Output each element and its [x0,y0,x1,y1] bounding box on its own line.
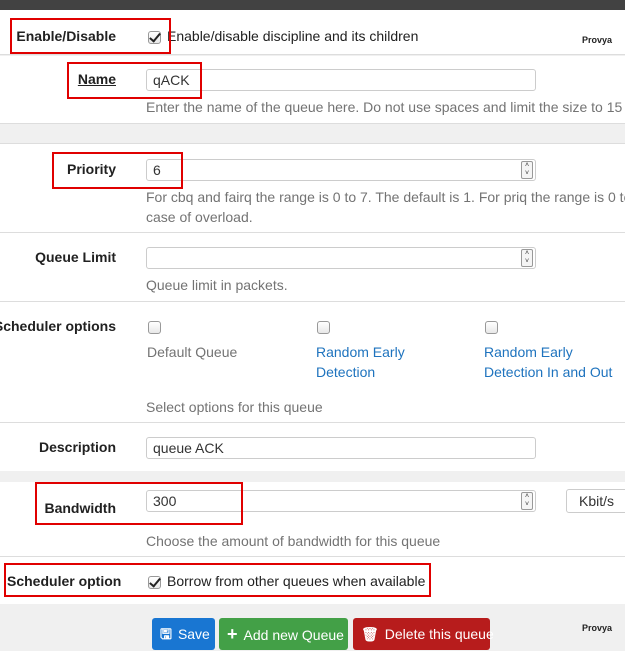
red-checkbox[interactable] [317,321,330,334]
plus-icon: + [227,624,238,644]
scheduler-options-label: Scheduler options [0,318,116,334]
priority-input[interactable]: 6 ˄ ˅ [146,159,536,181]
description-row: Description queue ACK [0,423,625,471]
name-input[interactable]: qACK [146,69,536,91]
rio-label-line2[interactable]: Detection In and Out [484,362,612,382]
scheduler-options-help: Select options for this queue [146,399,323,415]
queue-limit-help: Queue limit in packets. [146,277,288,293]
borrow-text: Borrow from other queues when available [167,573,426,589]
priority-row: Priority 6 ˄ ˅ For cbq and fairq the rang… [0,143,625,233]
delete-queue-label: Delete this queue [384,626,494,642]
enable-label: Enable/Disable [16,28,116,44]
add-queue-label: Add new Queue [243,627,344,643]
save-label: Save [177,626,210,642]
red-label-line1[interactable]: Random Early [316,342,405,362]
priority-value: 6 [153,162,161,178]
watermark-logo-bottom: Provya [582,623,613,633]
trash-icon: 🗑 [361,626,379,642]
red-label-line2[interactable]: Detection [316,362,375,382]
name-help: Enter the name of the queue here. Do not… [146,99,625,115]
name-label: Name [77,71,116,87]
delete-queue-button[interactable]: 🗑 Delete this queue [353,618,494,650]
default-queue-checkbox[interactable] [148,321,161,334]
scheduler-options-row: Scheduler options Default Queue Random E… [0,302,625,423]
queue-limit-row: Queue Limit ˄ ˅ Queue limit in packets. [0,233,625,302]
enable-row: Enable/Disable Enable/disable discipline… [0,10,625,55]
top-bar [0,0,625,10]
description-label: Description [38,439,116,455]
bandwidth-row: Bandwidth 300 ˄ ˅ Choose the amount of ba… [0,482,625,557]
watermark-logo: Provya [582,35,613,45]
bandwidth-value: 300 [153,493,177,509]
bandwidth-input[interactable]: 300 ˄ ˅ [146,490,536,512]
priority-help-line1: For cbq and fairq the range is 0 to 7. T… [146,189,625,205]
scheduler-option-row: Scheduler option Borrow from other queue… [0,557,625,604]
enable-text: Enable/disable discipline and its childr… [167,28,419,44]
rio-label-line1[interactable]: Random Early [484,342,573,362]
priority-help-line2: case of overload. [146,209,253,225]
rio-checkbox[interactable] [485,321,498,334]
name-row: Name qACK Enter the name of the queue he… [0,56,625,124]
description-input[interactable]: queue ACK [146,437,536,459]
queue-limit-spinner[interactable]: ˄ ˅ [521,249,533,267]
priority-spinner[interactable]: ˄ ˅ [521,161,533,179]
bandwidth-spinner[interactable]: ˄ ˅ [521,492,533,510]
priority-label: Priority [66,161,116,177]
add-queue-button[interactable]: + Add new Queue [219,618,348,650]
default-queue-label: Default Queue [147,344,238,360]
enable-checkbox[interactable] [148,31,161,44]
save-button[interactable]: 🖫 Save [152,618,215,650]
scheduler-option-label: Scheduler option [7,573,122,589]
floppy-icon: 🖫 [160,626,172,642]
bandwidth-unit-select[interactable]: Kbit/s [566,489,625,513]
bandwidth-label: Bandwidth [44,500,116,516]
borrow-checkbox[interactable] [148,576,161,589]
bandwidth-help: Choose the amount of bandwidth for this … [146,533,441,549]
queue-limit-label: Queue Limit [35,249,116,265]
queue-limit-input[interactable]: ˄ ˅ [146,247,536,269]
